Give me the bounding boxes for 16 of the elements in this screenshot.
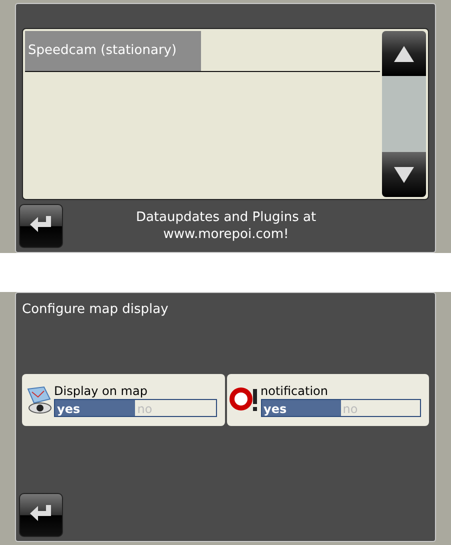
back-button[interactable] bbox=[19, 493, 63, 537]
scroll-down-button[interactable] bbox=[382, 152, 426, 197]
warning-ring-icon bbox=[228, 386, 258, 414]
footer-text: Dataupdates and Plugins at bbox=[136, 209, 316, 226]
setting-label: notification bbox=[260, 382, 329, 398]
setting-label: Display on map bbox=[54, 382, 148, 398]
website-link[interactable]: www.morepoi.com! bbox=[163, 226, 289, 243]
down-triangle-icon bbox=[394, 166, 414, 182]
scrollbar[interactable] bbox=[382, 31, 426, 197]
list-item[interactable]: Speedcam (stationary) bbox=[25, 31, 201, 71]
back-button[interactable] bbox=[19, 204, 63, 248]
toggle-option[interactable]: yes bbox=[262, 400, 341, 416]
up-triangle-icon bbox=[394, 46, 414, 62]
screen-title: Configure map display bbox=[22, 301, 170, 319]
toggle-option[interactable]: yes bbox=[55, 400, 136, 416]
scroll-up-button[interactable] bbox=[382, 31, 426, 76]
